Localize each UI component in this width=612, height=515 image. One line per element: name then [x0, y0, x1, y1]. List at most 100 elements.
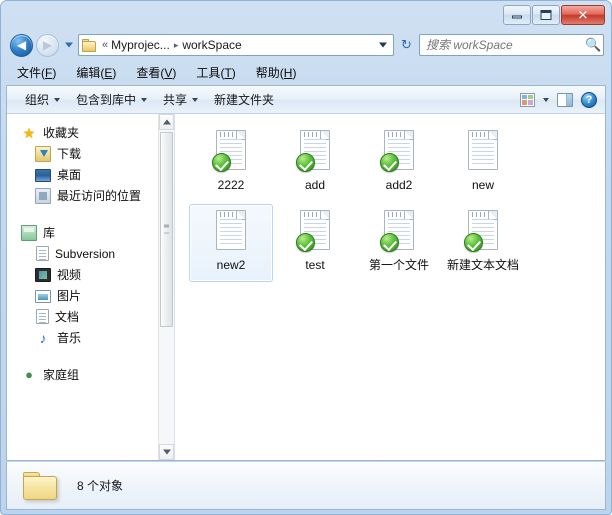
- file-label: 2222: [217, 178, 245, 192]
- search-icon[interactable]: 🔍: [585, 37, 601, 53]
- text-file-icon: [212, 210, 250, 256]
- back-button[interactable]: ◀: [10, 33, 33, 57]
- svn-checked-overlay-icon: [212, 153, 231, 172]
- file-label: test: [305, 258, 325, 272]
- svn-checked-overlay-icon: [296, 233, 315, 252]
- svn-checked-overlay-icon: [380, 233, 399, 252]
- sidebar-item-label: 家庭组: [43, 367, 80, 382]
- file-item-test[interactable]: test: [273, 204, 357, 282]
- organize-label: 组织: [25, 93, 50, 107]
- file-item-new2[interactable]: new2: [189, 204, 273, 282]
- sidebar-item-recent-places[interactable]: 最近访问的位置: [7, 185, 158, 206]
- nav-group-favorites: ★ 收藏夹 下载 桌面 最近访问的位置: [7, 122, 158, 206]
- navigation-pane-scrollbar[interactable]: [158, 114, 174, 460]
- breadcrumb-item-1[interactable]: workSpace: [180, 38, 243, 52]
- forward-arrow-icon: ▶: [42, 38, 53, 52]
- file-item-add2[interactable]: add2: [357, 124, 441, 202]
- change-view-button[interactable]: [516, 91, 539, 109]
- refresh-button[interactable]: ↻: [397, 35, 416, 55]
- chevron-down-icon: [54, 97, 61, 102]
- text-file-icon: [380, 130, 418, 176]
- navigation-pane: ★ 收藏夹 下载 桌面 最近访问的位置 库 Subversion 视频 图片 文…: [7, 114, 175, 460]
- svn-checked-overlay-icon: [464, 233, 483, 252]
- svn-checked-overlay-icon: [380, 153, 399, 172]
- scroll-up-button[interactable]: [159, 114, 174, 130]
- file-item-add[interactable]: add: [273, 124, 357, 202]
- sidebar-item-label: 文档: [55, 309, 80, 324]
- address-bar[interactable]: « Myprojec... ▸ workSpace: [78, 34, 394, 56]
- sidebar-item-desktop[interactable]: 桌面: [7, 164, 158, 185]
- chevron-down-icon: [141, 97, 148, 102]
- sidebar-item-videos[interactable]: 视频: [7, 264, 158, 285]
- sidebar-item-downloads[interactable]: 下载: [7, 143, 158, 164]
- sidebar-item-label: 库: [43, 225, 56, 240]
- video-icon: [35, 268, 51, 282]
- scrollbar-thumb[interactable]: [160, 132, 173, 327]
- help-icon: ?: [581, 91, 597, 108]
- file-label: add2: [385, 178, 413, 192]
- menu-bar: 文件(F) 编辑(E) 查看(V) 工具(T) 帮助(H): [6, 60, 606, 85]
- sidebar-item-libraries[interactable]: 库: [7, 222, 158, 243]
- breadcrumb-item-0[interactable]: Myprojec...: [109, 38, 172, 52]
- search-input[interactable]: [426, 38, 585, 52]
- include-in-library-button[interactable]: 包含到库中: [68, 88, 155, 111]
- breadcrumb-separator-icon[interactable]: ▸: [172, 40, 181, 51]
- scroll-down-button[interactable]: [159, 444, 174, 460]
- pictures-icon: [35, 290, 51, 303]
- forward-button[interactable]: ▶: [36, 33, 59, 57]
- view-mode-dropdown[interactable]: [539, 96, 553, 104]
- text-file-icon: [296, 210, 334, 256]
- scrollbar-track[interactable]: [159, 130, 174, 444]
- new-folder-label: 新建文件夹: [214, 93, 275, 107]
- sidebar-item-pictures[interactable]: 图片: [7, 285, 158, 306]
- help-button[interactable]: ?: [577, 90, 601, 110]
- folder-icon: [82, 38, 97, 52]
- sidebar-item-documents[interactable]: 文档: [7, 306, 158, 327]
- search-box[interactable]: 🔍: [419, 34, 604, 56]
- svn-checked-overlay-icon: [296, 153, 315, 172]
- star-icon: ★: [22, 124, 36, 141]
- menu-item-tools[interactable]: 工具(T): [193, 62, 238, 83]
- chevron-down-icon: [192, 97, 199, 102]
- chevron-down-icon: [379, 42, 387, 48]
- preview-pane-icon: [557, 92, 573, 107]
- file-label: new: [471, 178, 494, 192]
- address-history-dropdown[interactable]: [375, 35, 391, 55]
- chevron-up-icon: [162, 119, 171, 125]
- menu-item-view[interactable]: 查看(V): [133, 62, 179, 83]
- recent-pages-button[interactable]: [62, 35, 75, 55]
- minimize-button[interactable]: [503, 5, 531, 25]
- file-item-new-text-document[interactable]: 新建文本文档: [441, 204, 525, 282]
- sidebar-item-subversion[interactable]: Subversion: [7, 243, 158, 264]
- menu-item-edit[interactable]: 编辑(E): [73, 62, 119, 83]
- close-button[interactable]: ✕: [561, 5, 605, 25]
- file-label: 新建文本文档: [446, 258, 519, 272]
- nav-group-libraries: 库 Subversion 视频 图片 文档 ♪ 音乐: [7, 222, 158, 348]
- text-file-icon: [212, 130, 250, 176]
- address-overflow-chevrons[interactable]: «: [101, 39, 109, 51]
- sidebar-item-label: 收藏夹: [43, 125, 80, 140]
- menu-item-file[interactable]: 文件(F): [14, 62, 59, 83]
- maximize-button[interactable]: [532, 5, 560, 25]
- file-item-new[interactable]: new: [441, 124, 525, 202]
- menu-item-help[interactable]: 帮助(H): [253, 62, 300, 83]
- sidebar-item-favorites[interactable]: ★ 收藏夹: [7, 122, 158, 143]
- sidebar-item-label: 最近访问的位置: [57, 188, 142, 203]
- file-label: add: [304, 178, 326, 192]
- new-folder-button[interactable]: 新建文件夹: [206, 88, 282, 111]
- organize-button[interactable]: 组织: [17, 88, 68, 111]
- sidebar-item-homegroup[interactable]: ● 家庭组: [7, 364, 158, 385]
- file-list-view[interactable]: 2222 add add2 new new2 test 第一个文件 新建文本文档: [175, 114, 605, 460]
- library-icon: [21, 224, 37, 241]
- file-label: new2: [216, 258, 246, 272]
- sidebar-item-label: 视频: [57, 267, 82, 282]
- file-item-first-file[interactable]: 第一个文件: [357, 204, 441, 282]
- share-with-button[interactable]: 共享: [155, 88, 206, 111]
- preview-pane-button[interactable]: [553, 91, 577, 109]
- sidebar-item-music[interactable]: ♪ 音乐: [7, 327, 158, 348]
- homegroup-icon: ●: [25, 366, 33, 382]
- desktop-icon: [35, 169, 51, 182]
- file-item-2222[interactable]: 2222: [189, 124, 273, 202]
- text-file-icon: [296, 130, 334, 176]
